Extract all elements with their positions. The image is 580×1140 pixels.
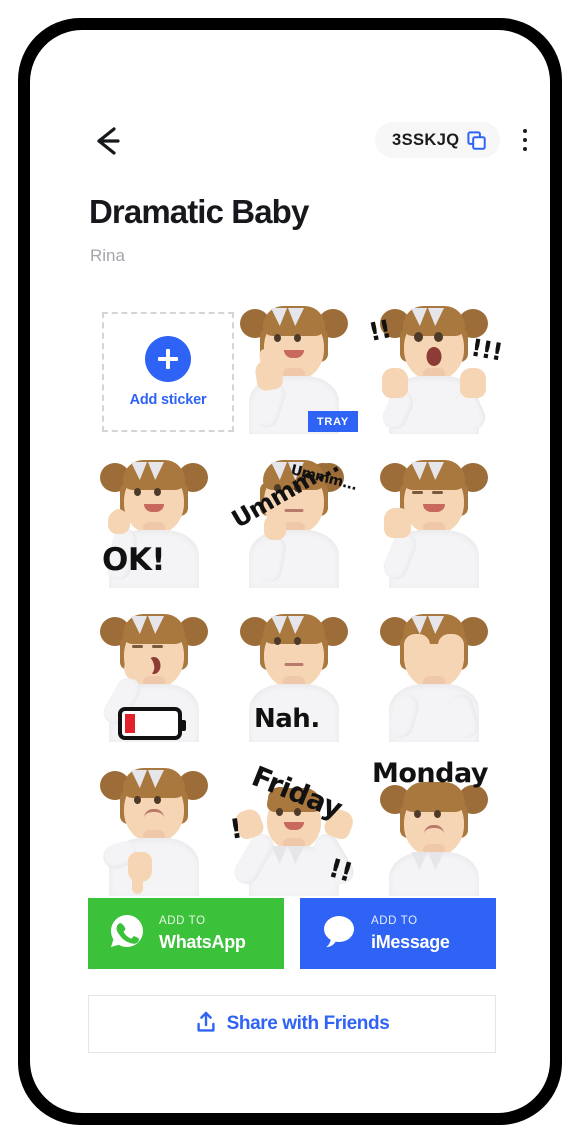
sticker-nah[interactable]: Nah. (224, 598, 364, 746)
sticker-art: Nah. (224, 598, 364, 746)
phone-screen: 3SSKJQ Dramatic Baby Rina Add sticker TR… (30, 30, 550, 1113)
sticker-thumbs-up[interactable]: TRAY (224, 290, 364, 438)
kebab-dot-2 (522, 137, 528, 143)
share-label: Share with Friends (226, 1013, 390, 1034)
sticker-text-secondary: !!! (468, 333, 505, 367)
back-button[interactable] (88, 120, 132, 162)
tray-badge: TRAY (307, 411, 358, 432)
add-sticker-button[interactable]: Add sticker (102, 312, 234, 432)
low-battery-icon (118, 707, 186, 740)
sticker-ok-gesture[interactable]: OK! (84, 444, 224, 592)
kebab-dot-3 (522, 146, 528, 152)
sticker-shocked[interactable]: !! !!! (364, 290, 504, 438)
sticker-tired-battery[interactable] (84, 598, 224, 746)
phone-frame: 3SSKJQ Dramatic Baby Rina Add sticker TR… (18, 18, 562, 1125)
grid-cell-sticker: !! !!! (364, 290, 504, 438)
whatsapp-label: WhatsApp (159, 931, 246, 952)
sticker-art: Ummm... Ummm... (224, 444, 364, 592)
add-sticker-label: Add sticker (129, 392, 207, 408)
share-upload-icon (195, 1010, 217, 1039)
grid-cell-sticker (84, 598, 224, 746)
grid-cell-sticker: Nah. (224, 598, 364, 746)
share-with-friends-button[interactable]: Share with Friends (88, 995, 496, 1053)
grid-cell-add-sticker: Add sticker (84, 290, 234, 438)
kebab-dot-1 (522, 128, 528, 134)
sticker-grid: Add sticker TRAY !! !!! OK! Ummm... Ummm… (84, 290, 504, 900)
sticker-friday[interactable]: Friday ! !! (224, 752, 364, 900)
message-bubble-icon (320, 912, 358, 955)
whatsapp-icon (108, 912, 146, 955)
sticker-art (84, 752, 224, 900)
sticker-text: Nah. (254, 704, 320, 734)
copy-icon[interactable] (466, 130, 486, 150)
grid-cell-sticker: TRAY (224, 290, 364, 438)
sticker-covering-eyes[interactable] (364, 598, 504, 746)
grid-cell-sticker: Friday ! !! (224, 752, 364, 900)
grid-cell-sticker: Monday (364, 752, 504, 900)
sticker-art (364, 598, 504, 746)
add-to-whatsapp-button[interactable]: ADD TO WhatsApp (88, 898, 284, 969)
sticker-stop-hand[interactable] (364, 444, 504, 592)
kebab-menu-icon[interactable] (508, 122, 542, 158)
pack-author: Rina (90, 246, 125, 265)
pack-code-text: 3SSKJQ (392, 130, 460, 149)
grid-cell-sticker (364, 598, 504, 746)
sticker-thumbs-down[interactable] (84, 752, 224, 900)
whatsapp-kicker: ADD TO (159, 915, 206, 928)
grid-cell-sticker (364, 444, 504, 592)
add-to-imessage-button[interactable]: ADD TO iMessage (300, 898, 496, 969)
grid-cell-sticker: OK! (84, 444, 224, 592)
page-title: Dramatic Baby (89, 193, 309, 230)
sticker-art: OK! (84, 444, 224, 592)
sticker-art: Monday (364, 752, 504, 900)
imessage-label: iMessage (371, 931, 450, 952)
grid-cell-sticker: Ummm... Ummm... (224, 444, 364, 592)
sticker-text: OK! (102, 542, 166, 578)
pack-code-pill[interactable]: 3SSKJQ (375, 122, 500, 158)
imessage-kicker: ADD TO (371, 915, 418, 928)
action-button-row: ADD TO WhatsApp ADD TO iMessage (88, 898, 496, 969)
grid-cell-sticker (84, 752, 224, 900)
sticker-art (364, 444, 504, 592)
top-bar: 3SSKJQ (30, 118, 550, 164)
sticker-thinking[interactable]: Ummm... Ummm... (224, 444, 364, 592)
arrow-left-icon (88, 120, 132, 162)
sticker-monday[interactable]: Monday (364, 752, 504, 900)
sticker-art: Friday ! !! (224, 752, 364, 900)
plus-icon (145, 336, 191, 382)
sticker-art (84, 598, 224, 746)
sticker-art: !! !!! (364, 290, 504, 438)
sticker-text: Monday (372, 758, 488, 789)
